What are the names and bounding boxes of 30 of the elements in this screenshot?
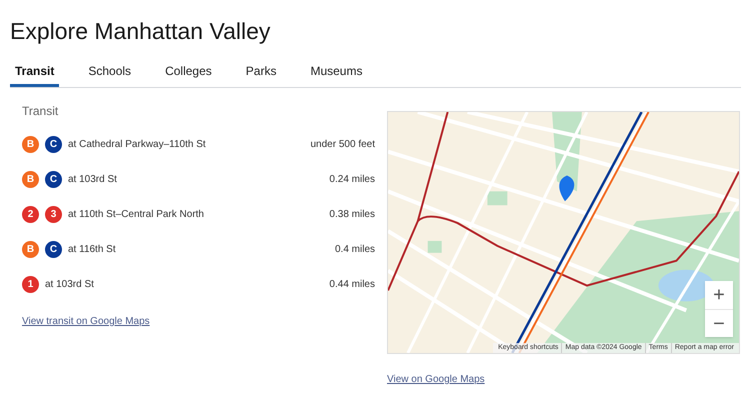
line-badge: C <box>45 240 62 258</box>
tab[interactable]: Parks <box>240 62 282 87</box>
transit-link[interactable]: View transit on Google Maps <box>22 314 150 329</box>
tab[interactable]: Museums <box>305 62 368 87</box>
station-name: at 103rd St <box>45 278 94 292</box>
distance: 0.44 miles <box>329 278 375 292</box>
page-title: Explore Manhattan Valley <box>10 17 270 46</box>
line-badge: 1 <box>22 276 39 292</box>
distance: 0.38 miles <box>329 208 375 222</box>
station-name: at 110th St–Central Park North <box>68 208 204 222</box>
zoom-in-button[interactable]: + <box>705 281 733 309</box>
line-badge: B <box>22 136 39 152</box>
tab[interactable]: Colleges <box>160 62 217 87</box>
line-badge: C <box>45 136 62 152</box>
line-badge: 3 <box>45 206 62 222</box>
station-name: at 116th St <box>68 242 116 256</box>
tab[interactable]: Schools <box>83 62 136 87</box>
distance: 0.4 miles <box>334 242 375 256</box>
map-link[interactable]: View on Google Maps <box>387 372 485 387</box>
station-name: at Cathedral Parkway–110th St <box>68 138 206 152</box>
line-badge: 2 <box>22 206 39 222</box>
tab[interactable]: Transit <box>10 62 60 87</box>
line-badge: B <box>22 240 39 258</box>
distance: 0.24 miles <box>329 172 375 186</box>
line-badge: C <box>45 170 62 188</box>
section-heading: Transit <box>22 103 60 120</box>
station-name: at 103rd St <box>68 172 117 186</box>
distance: under 500 feet <box>310 138 375 152</box>
line-badge: B <box>22 170 39 188</box>
zoom-out-button[interactable]: − <box>705 309 733 337</box>
